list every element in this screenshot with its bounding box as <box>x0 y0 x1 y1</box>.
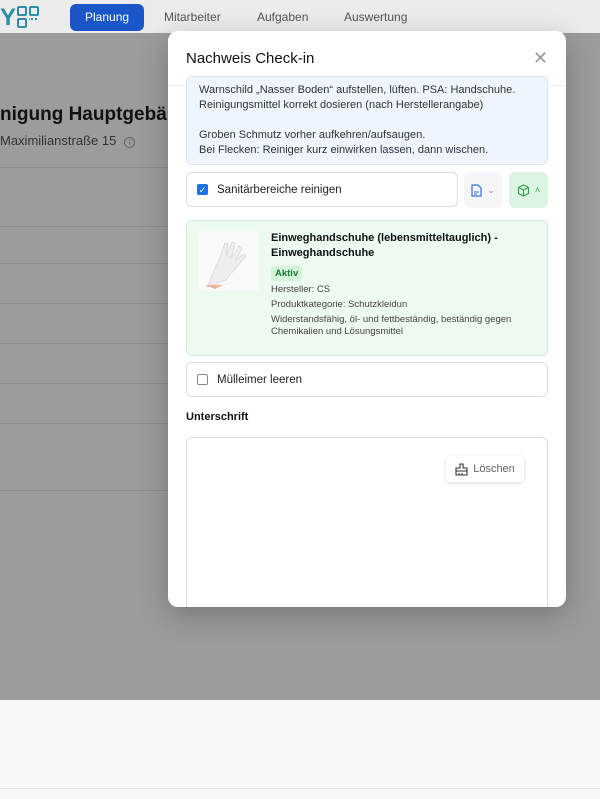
divider <box>0 303 170 304</box>
note-line: Warnschild „Nasser Boden“ aufstellen, lü… <box>199 84 516 96</box>
checkbox-unchecked[interactable] <box>197 374 208 385</box>
product-category: Produktkategorie: Schutzkleidun <box>271 299 408 310</box>
top-nav: Y Planung Mitarbeiter Aufgaben Auswertun… <box>0 0 600 33</box>
note-line: Bei Flecken: Reiniger kurz einwirken las… <box>199 144 489 156</box>
tab-mitarbeiter[interactable]: Mitarbeiter <box>164 4 221 31</box>
signature-pad[interactable]: Löschen <box>186 437 548 607</box>
divider <box>0 167 170 168</box>
logo: Y <box>0 4 17 31</box>
divider <box>0 788 600 789</box>
document-button[interactable]: ⌄ <box>464 172 502 208</box>
product-toggle-button[interactable]: ˄ <box>509 172 548 208</box>
clear-label: Löschen <box>473 463 515 475</box>
task-label: Mülleimer leeren <box>217 373 303 386</box>
task-muelleimer[interactable]: Mülleimer leeren <box>186 362 548 397</box>
product-description: Widerstandsfähig, öl- und fettbeständig,… <box>271 314 512 337</box>
info-icon[interactable]: i <box>124 137 136 148</box>
qr-logo-icon <box>17 6 39 28</box>
divider <box>0 383 170 384</box>
checkbox-checked[interactable]: ✓ <box>197 184 208 195</box>
cube-icon <box>517 183 529 197</box>
note-line: Reinigungsmittel korrekt dosieren (nach … <box>199 99 484 111</box>
clear-signature-button[interactable]: Löschen <box>446 456 524 482</box>
instructions-note: Warnschild „Nasser Boden“ aufstellen, lü… <box>186 76 548 165</box>
divider <box>0 263 170 264</box>
tab-planung[interactable]: Planung <box>70 4 145 31</box>
glove-image <box>199 231 259 291</box>
brush-icon <box>455 462 468 476</box>
close-icon[interactable]: ✕ <box>533 48 548 69</box>
chevron-down-icon: ⌄ <box>487 184 495 195</box>
tab-aufgaben[interactable]: Aufgaben <box>257 4 308 31</box>
tab-auswertung[interactable]: Auswertung <box>344 4 407 31</box>
modal-title: Nachweis Check-in <box>186 49 315 67</box>
address-text: Maximilianstraße 15 <box>0 133 117 148</box>
note-line: Groben Schmutz vorher aufkehren/aufsauge… <box>199 129 426 141</box>
task-sanitaer[interactable]: ✓ Sanitärbereiche reinigen <box>186 172 458 207</box>
divider <box>0 226 170 227</box>
product-title: Einweghandschuhe (lebensmitteltauglich) … <box>271 232 498 259</box>
checkin-modal: Nachweis Check-in ✕ Warnschild „Nasser B… <box>168 31 566 607</box>
product-card: Einweghandschuhe (lebensmitteltauglich) … <box>186 220 548 356</box>
page-title: nigung Hauptgebäud <box>0 104 190 125</box>
chevron-up-icon: ˄ <box>534 185 541 195</box>
product-manufacturer: Hersteller: CS <box>271 284 331 295</box>
divider <box>0 423 170 424</box>
divider <box>0 343 170 344</box>
status-badge: Aktiv <box>271 266 303 281</box>
signature-label: Unterschrift <box>186 411 249 423</box>
page-address: Maximilianstraße 15 i <box>0 133 136 148</box>
document-icon <box>471 183 482 197</box>
divider <box>0 490 170 491</box>
task-label: Sanitärbereiche reinigen <box>217 183 342 196</box>
